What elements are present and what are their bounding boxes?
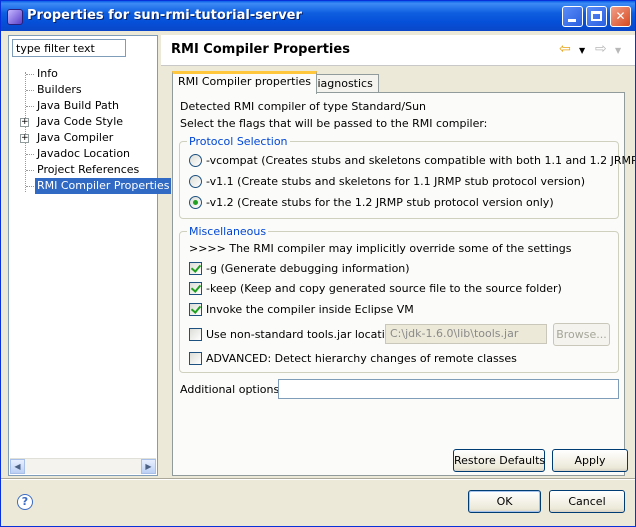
page-title: RMI Compiler Properties <box>171 42 350 57</box>
keep-label[interactable]: -keep (Keep and copy generated source fi… <box>206 282 562 295</box>
tools-jar-checkbox[interactable] <box>189 328 202 341</box>
scroll-right-icon[interactable]: ▶ <box>141 459 156 474</box>
window-title: Properties for sun-rmi-tutorial-server <box>27 8 302 23</box>
property-page-tree-pane: Info Builders Java Build Path + Java Cod… <box>8 35 172 476</box>
advanced-checkbox[interactable] <box>189 352 202 365</box>
footer-separator <box>1 478 635 480</box>
apply-button[interactable]: Apply <box>552 449 628 472</box>
back-menu-chevron-icon[interactable]: ▼ <box>579 46 585 55</box>
protocol-selection-label: Protocol Selection <box>187 135 290 148</box>
v11-label[interactable]: -v1.1 (Create stubs and skeletons for 1.… <box>206 175 585 188</box>
horizontal-scrollbar[interactable]: ◀ ▶ <box>10 458 156 474</box>
minimize-button[interactable] <box>562 6 583 27</box>
debug-label[interactable]: -g (Generate debugging information) <box>206 262 410 275</box>
restore-defaults-button[interactable]: Restore Defaults <box>453 449 545 472</box>
tree-item-project-references[interactable]: Project References <box>35 162 141 178</box>
v12-radio[interactable] <box>189 196 202 209</box>
minimize-icon <box>568 19 576 22</box>
browse-button[interactable]: Browse... <box>553 323 610 346</box>
eclipse-icon <box>7 9 23 25</box>
select-flags-text: Select the flags that will be passed to … <box>180 117 488 130</box>
title-bar[interactable]: Properties for sun-rmi-tutorial-server ✕ <box>1 1 635 31</box>
additional-options-input[interactable] <box>278 379 619 399</box>
vcompat-label[interactable]: -vcompat (Creates stubs and skeletons co… <box>206 154 635 167</box>
vcompat-radio[interactable] <box>189 154 202 167</box>
tree-item-rmi-compiler-properties[interactable]: RMI Compiler Properties <box>35 178 172 194</box>
detected-compiler-text: Detected RMI compiler of type Standard/S… <box>180 100 427 113</box>
v11-radio[interactable] <box>189 175 202 188</box>
forward-menu-chevron-icon[interactable]: ▼ <box>615 46 621 55</box>
forward-arrow-icon[interactable]: ⇨ <box>595 41 607 57</box>
advanced-label[interactable]: ADVANCED: Detect hierarchy changes of re… <box>206 352 517 365</box>
eclipse-vm-checkbox[interactable] <box>189 303 202 316</box>
close-icon: ✕ <box>615 9 626 23</box>
tools-jar-label[interactable]: Use non-standard tools.jar location <box>206 328 399 341</box>
tree-branch <box>26 74 34 75</box>
additional-options-label: Additional options: <box>180 383 283 396</box>
eclipse-vm-label[interactable]: Invoke the compiler inside Eclipse VM <box>206 303 414 316</box>
keep-checkbox[interactable] <box>189 282 202 295</box>
filter-input[interactable] <box>12 39 126 57</box>
scroll-left-icon[interactable]: ◀ <box>10 459 25 474</box>
maximize-button[interactable] <box>586 6 607 27</box>
back-arrow-icon[interactable]: ⇦ <box>559 41 571 57</box>
tree-item-java-code-style[interactable]: Java Code Style <box>35 114 125 130</box>
tree-item-info[interactable]: Info <box>35 66 60 82</box>
override-note: >>>> The RMI compiler may implicitly ove… <box>189 242 572 255</box>
tree-item-javadoc-location[interactable]: Javadoc Location <box>35 146 132 162</box>
tree-item-java-compiler[interactable]: Java Compiler <box>35 130 115 146</box>
expand-icon[interactable]: + <box>20 118 29 127</box>
tree-item-java-build-path[interactable]: Java Build Path <box>35 98 121 114</box>
tab-rmi-compiler-properties[interactable]: RMI Compiler properties <box>172 71 318 94</box>
expand-icon[interactable]: + <box>20 134 29 143</box>
tree-branch <box>26 186 34 187</box>
maximize-icon <box>591 11 602 21</box>
tree-item-builders[interactable]: Builders <box>35 82 84 98</box>
tree-branch <box>26 90 34 91</box>
tree-branch <box>26 106 34 107</box>
help-icon[interactable]: ? <box>17 494 33 510</box>
tree-branch <box>26 154 34 155</box>
ok-button[interactable]: OK <box>468 490 541 513</box>
v12-label[interactable]: -v1.2 (Create stubs for the 1.2 JRMP stu… <box>206 196 554 209</box>
tools-jar-path-input[interactable]: C:\jdk-1.6.0\lib\tools.jar <box>385 324 547 344</box>
tab-content: Detected RMI compiler of type Standard/S… <box>172 92 635 476</box>
properties-dialog: Properties for sun-rmi-tutorial-server ✕… <box>0 0 636 527</box>
cancel-button[interactable]: Cancel <box>549 490 625 513</box>
property-page: RMI Compiler Properties ⇦ ▼ ⇨ ▼ RMI Comp… <box>161 35 635 476</box>
close-button[interactable]: ✕ <box>610 6 631 27</box>
tree-branch <box>26 170 34 171</box>
debug-checkbox[interactable] <box>189 262 202 275</box>
page-header: RMI Compiler Properties ⇦ ▼ ⇨ ▼ <box>161 35 635 66</box>
miscellaneous-label: Miscellaneous <box>187 225 269 238</box>
